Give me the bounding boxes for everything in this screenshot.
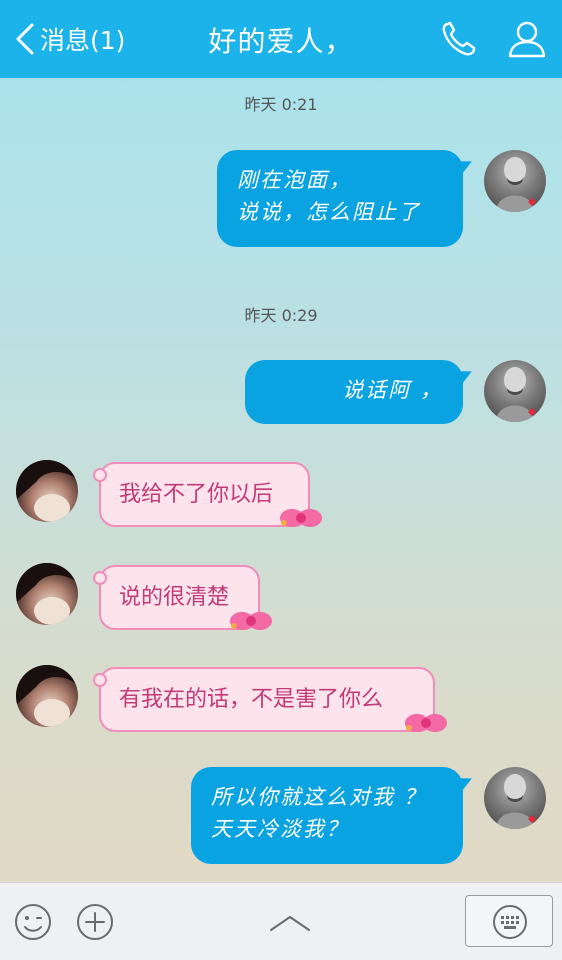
sent-message-bubble[interactable]: 说话阿 ， [245,360,463,424]
bow-sticker-icon [230,612,272,630]
avatar-image-icon [16,563,78,625]
my-avatar[interactable] [484,360,546,422]
plus-icon[interactable] [76,903,114,941]
avatar-image-icon [496,157,536,212]
keyboard-icon [493,905,527,939]
emoji-icon[interactable] [14,903,52,941]
timestamp: 昨天 0:29 [244,306,318,325]
sent-message-bubble[interactable]: 所以你就这么对我 ？ 天天冷淡我？ [191,767,463,864]
message-line: 说话阿 ， [342,378,443,402]
avatar-image-icon [16,460,78,522]
bow-sticker-icon [280,509,322,527]
chevron-up-icon[interactable] [268,913,312,933]
my-avatar[interactable] [484,150,546,212]
user-profile-icon[interactable] [506,18,548,60]
my-avatar[interactable] [484,767,546,829]
phone-icon[interactable] [438,18,480,60]
contact-avatar[interactable] [16,460,78,522]
message-text: 说的很清楚 [119,585,230,610]
sent-message-bubble[interactable]: 刚在泡面， 说说，怎么阻止了 [217,150,463,247]
avatar-image-icon [496,367,536,422]
message-line: 刚在泡面， [237,168,352,192]
chat-header: 消息(1) 好的爱人， [0,0,562,78]
input-bar [0,882,562,960]
message-line: 天天冷淡我？ [211,817,349,841]
avatar-image-icon [496,774,536,829]
bow-sticker-icon [405,714,447,732]
message-line: 说说，怎么阻止了 [237,200,421,224]
timestamp: 昨天 0:21 [244,95,318,114]
message-text: 我给不了你以后 [119,482,274,507]
received-message-bubble[interactable]: 有我在的话，不是害了你么 [93,667,435,732]
message-line: 所以你就这么对我 ？ [211,785,427,809]
keyboard-toggle-button[interactable] [465,895,553,947]
avatar-image-icon [16,665,78,727]
message-text: 有我在的话，不是害了你么 [119,687,384,712]
contact-avatar[interactable] [16,665,78,727]
contact-avatar[interactable] [16,563,78,625]
